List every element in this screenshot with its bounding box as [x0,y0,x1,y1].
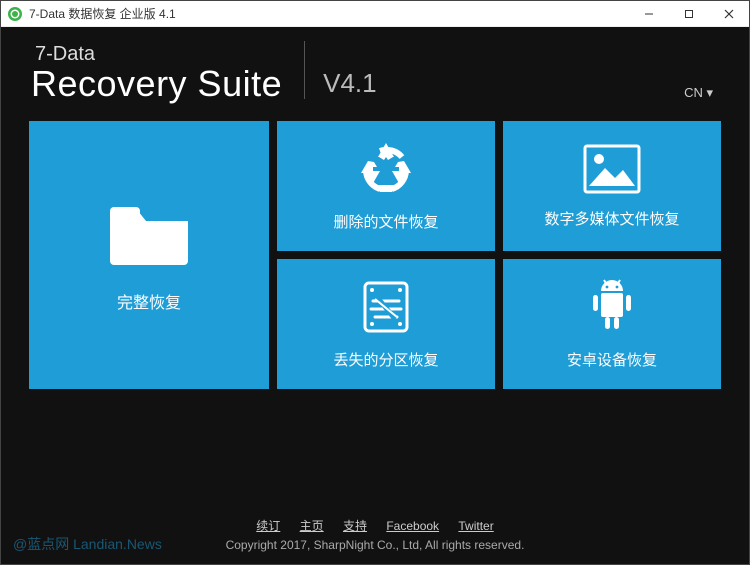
tile-media-recovery[interactable]: 数字多媒体文件恢复 [503,121,721,251]
titlebar: 7-Data 数据恢复 企业版 4.1 [1,1,749,27]
tiles-grid: 完整恢复 [11,121,739,505]
minimize-button[interactable] [629,1,669,26]
disk-icon [361,279,411,335]
copyright-text: Copyright 2017, SharpNight Co., Ltd, All… [11,538,739,552]
window-controls [629,1,749,26]
footer-link-twitter[interactable]: Twitter [458,519,493,533]
brand-small: 7-Data [35,44,282,65]
recycle-icon [358,141,414,197]
app-window: 7-Data 数据恢复 企业版 4.1 7-Data Recovery Suit… [0,0,750,565]
tile-partition-recovery[interactable]: 丢失的分区恢复 [277,259,495,389]
footer-link-home[interactable]: 主页 [300,519,324,533]
media-image-icon [583,144,641,194]
app-body: 7-Data Recovery Suite V4.1 CN ▾ 完整恢复 [1,27,749,564]
tile-label: 删除的文件恢复 [333,211,438,232]
close-button[interactable] [709,1,749,26]
header-divider [304,41,305,99]
maximize-button[interactable] [669,1,709,26]
app-icon [7,6,23,22]
folder-icon [106,197,192,265]
language-switch[interactable]: CN ▾ [684,85,713,101]
footer-link-support[interactable]: 支持 [343,519,367,533]
header: 7-Data Recovery Suite V4.1 CN ▾ [11,35,739,121]
window-title: 7-Data 数据恢复 企业版 4.1 [29,5,176,22]
android-icon [587,279,637,335]
tile-label: 安卓设备恢复 [567,349,657,370]
tile-label: 完整恢复 [117,289,181,313]
brand-block: 7-Data Recovery Suite [31,44,282,103]
tile-android-recovery[interactable]: 安卓设备恢复 [503,259,721,389]
tile-label: 数字多媒体文件恢复 [544,208,679,229]
version-label: V4.1 [323,68,377,103]
footer-link-renew[interactable]: 续订 [256,519,280,533]
footer-links: 续订 主页 支持 Facebook Twitter [11,517,739,534]
tile-label: 丢失的分区恢复 [333,349,438,370]
brand-big: Recovery Suite [31,65,282,103]
footer-link-facebook[interactable]: Facebook [386,519,439,533]
tile-deleted-recovery[interactable]: 删除的文件恢复 [277,121,495,251]
footer: 续订 主页 支持 Facebook Twitter Copyright 2017… [11,505,739,558]
tile-full-recovery[interactable]: 完整恢复 [29,121,269,389]
